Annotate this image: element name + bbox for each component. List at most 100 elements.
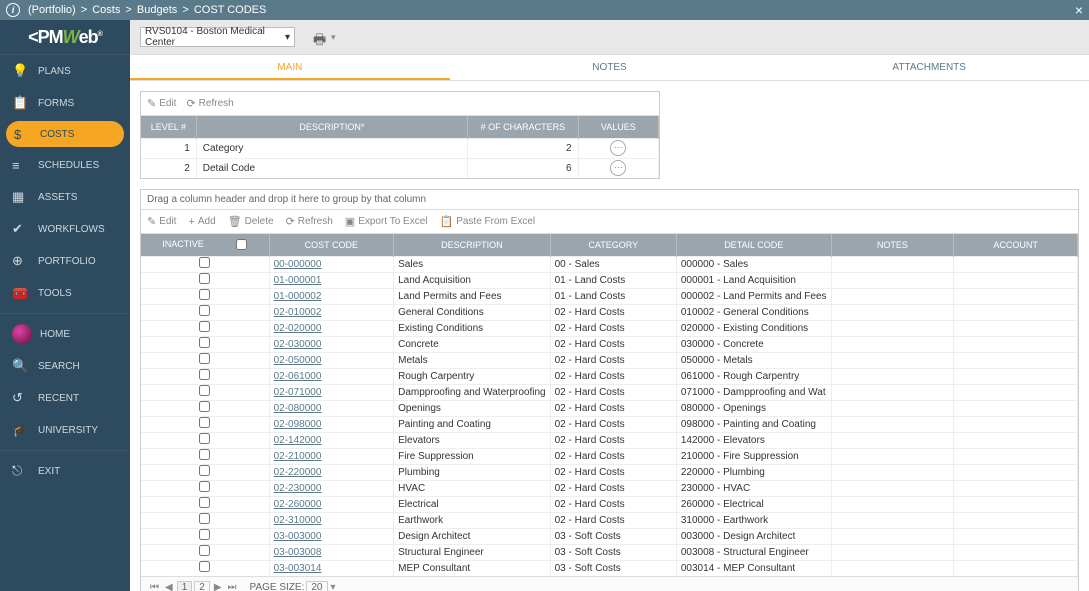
levels-row[interactable]: 1 Category 2 ⋯ xyxy=(141,138,659,158)
table-row[interactable]: 02-071000 Dampproofing and Waterproofing… xyxy=(141,384,1078,400)
cost-code-link[interactable]: 03-003014 xyxy=(274,563,322,574)
table-row[interactable]: 02-020000 Existing Conditions 02 - Hard … xyxy=(141,320,1078,336)
inactive-checkbox[interactable] xyxy=(199,561,210,572)
pager-page[interactable]: 2 xyxy=(194,581,210,591)
breadcrumb-part[interactable]: Budgets xyxy=(137,4,177,16)
sidebar-item-university[interactable]: 🎓UNIVERSITY xyxy=(0,414,130,446)
sidebar-item-portfolio[interactable]: ⊕PORTFOLIO xyxy=(0,245,130,277)
pager-first[interactable]: ⏮ xyxy=(147,582,162,591)
inactive-checkbox[interactable] xyxy=(199,337,210,348)
breadcrumb-part[interactable]: Costs xyxy=(92,4,120,16)
sidebar-item-workflows[interactable]: ✔WORKFLOWS xyxy=(0,213,130,245)
levels-row[interactable]: 2 Detail Code 6 ⋯ xyxy=(141,158,659,178)
sidebar-item-search[interactable]: 🔍SEARCH xyxy=(0,350,130,382)
cost-code-link[interactable]: 01-000002 xyxy=(274,291,322,302)
col-description[interactable]: DESCRIPTION xyxy=(394,234,551,256)
inactive-checkbox[interactable] xyxy=(199,481,210,492)
pager-prev[interactable]: ◀ xyxy=(162,582,176,591)
cost-code-link[interactable]: 01-000001 xyxy=(274,275,322,286)
levels-refresh-button[interactable]: ⟳Refresh xyxy=(186,97,233,110)
tab-attachments[interactable]: ATTACHMENTS xyxy=(769,55,1089,80)
cost-code-link[interactable]: 03-003000 xyxy=(274,531,322,542)
values-button[interactable]: ⋯ xyxy=(610,140,626,156)
delete-button[interactable]: 🗑Delete xyxy=(228,215,274,228)
table-row[interactable]: 02-310000 Earthwork 02 - Hard Costs 3100… xyxy=(141,512,1078,528)
tab-main[interactable]: MAIN xyxy=(130,55,450,80)
pager-next[interactable]: ▶ xyxy=(211,582,225,591)
tab-notes[interactable]: NOTES xyxy=(450,55,770,80)
table-row[interactable]: 02-050000 Metals 02 - Hard Costs 050000 … xyxy=(141,352,1078,368)
table-row[interactable]: 02-142000 Elevators 02 - Hard Costs 1420… xyxy=(141,432,1078,448)
table-row[interactable]: 02-010002 General Conditions 02 - Hard C… xyxy=(141,304,1078,320)
sidebar-item-forms[interactable]: 📋FORMS xyxy=(0,87,130,119)
close-icon[interactable]: × xyxy=(1075,2,1083,18)
print-dropdown-caret[interactable]: ▾ xyxy=(331,32,336,43)
col-category[interactable]: CATEGORY xyxy=(550,234,676,256)
inactive-checkbox[interactable] xyxy=(199,305,210,316)
col-inactive[interactable]: INACTIVE xyxy=(141,234,269,256)
cost-code-link[interactable]: 02-220000 xyxy=(274,467,322,478)
col-notes[interactable]: NOTES xyxy=(831,234,954,256)
sidebar-item-tools[interactable]: 🧰TOOLS xyxy=(0,277,130,309)
cost-code-link[interactable]: 02-010002 xyxy=(274,307,322,318)
inactive-checkbox[interactable] xyxy=(199,417,210,428)
levels-edit-button[interactable]: ✎Edit xyxy=(147,97,176,110)
inactive-checkbox[interactable] xyxy=(199,385,210,396)
edit-button[interactable]: ✎Edit xyxy=(147,215,176,228)
inactive-checkbox[interactable] xyxy=(199,529,210,540)
table-row[interactable]: 02-061000 Rough Carpentry 02 - Hard Cost… xyxy=(141,368,1078,384)
table-row[interactable]: 02-030000 Concrete 02 - Hard Costs 03000… xyxy=(141,336,1078,352)
info-icon[interactable]: i xyxy=(6,3,20,17)
table-row[interactable]: 02-260000 Electrical 02 - Hard Costs 260… xyxy=(141,496,1078,512)
project-selector[interactable]: RVS0104 - Boston Medical Center ▾ xyxy=(140,27,295,47)
breadcrumb-part[interactable]: (Portfolio) xyxy=(28,4,76,16)
refresh-button[interactable]: ⟳Refresh xyxy=(286,215,333,228)
table-row[interactable]: 03-003008 Structural Engineer 03 - Soft … xyxy=(141,544,1078,560)
paste-excel-button[interactable]: 📋Paste From Excel xyxy=(440,215,536,228)
levels-col-level[interactable]: LEVEL # xyxy=(141,116,196,138)
cost-code-link[interactable]: 02-061000 xyxy=(274,371,322,382)
inactive-checkbox[interactable] xyxy=(199,273,210,284)
table-row[interactable]: 01-000001 Land Acquisition 01 - Land Cos… xyxy=(141,272,1078,288)
print-icon[interactable]: 🖶 xyxy=(313,29,329,45)
inactive-checkbox[interactable] xyxy=(199,449,210,460)
sidebar-item-schedules[interactable]: ≡SCHEDULES xyxy=(0,149,130,181)
export-excel-button[interactable]: ▣Export To Excel xyxy=(345,215,428,228)
values-button[interactable]: ⋯ xyxy=(610,160,626,176)
cost-code-link[interactable]: 02-050000 xyxy=(274,355,322,366)
page-size-caret[interactable]: ▾ xyxy=(328,582,339,591)
table-row[interactable]: 02-220000 Plumbing 02 - Hard Costs 22000… xyxy=(141,464,1078,480)
inactive-checkbox[interactable] xyxy=(199,497,210,508)
sidebar-item-assets[interactable]: ▦ASSETS xyxy=(0,181,130,213)
inactive-checkbox[interactable] xyxy=(199,353,210,364)
table-row[interactable]: 02-230000 HVAC 02 - Hard Costs 230000 - … xyxy=(141,480,1078,496)
levels-col-values[interactable]: VALUES xyxy=(578,116,658,138)
inactive-checkbox[interactable] xyxy=(199,513,210,524)
table-row[interactable]: 00-000000 Sales 00 - Sales 000000 - Sale… xyxy=(141,256,1078,272)
cost-code-link[interactable]: 02-230000 xyxy=(274,483,322,494)
table-row[interactable]: 02-080000 Openings 02 - Hard Costs 08000… xyxy=(141,400,1078,416)
sidebar-item-recent[interactable]: ↺RECENT xyxy=(0,382,130,414)
table-row[interactable]: 03-003014 MEP Consultant 03 - Soft Costs… xyxy=(141,560,1078,576)
table-row[interactable]: 01-000002 Land Permits and Fees 01 - Lan… xyxy=(141,288,1078,304)
col-account[interactable]: ACCOUNT xyxy=(954,234,1078,256)
table-row[interactable]: 03-003000 Design Architect 03 - Soft Cos… xyxy=(141,528,1078,544)
levels-col-desc[interactable]: DESCRIPTION* xyxy=(196,116,467,138)
levels-col-chars[interactable]: # OF CHARACTERS xyxy=(468,116,579,138)
pager-last[interactable]: ⏭ xyxy=(225,582,240,591)
cost-code-link[interactable]: 02-260000 xyxy=(274,499,322,510)
sidebar-item-exit[interactable]: ⎋EXIT xyxy=(0,455,130,487)
inactive-checkbox[interactable] xyxy=(199,289,210,300)
sidebar-item-costs[interactable]: $COSTS xyxy=(6,121,124,147)
col-cost-code[interactable]: COST CODE xyxy=(269,234,394,256)
inactive-checkbox[interactable] xyxy=(199,433,210,444)
group-hint[interactable]: Drag a column header and drop it here to… xyxy=(141,190,1078,210)
cost-code-link[interactable]: 02-030000 xyxy=(274,339,322,350)
cost-code-link[interactable]: 02-210000 xyxy=(274,451,322,462)
inactive-header-checkbox[interactable] xyxy=(236,239,247,250)
inactive-checkbox[interactable] xyxy=(199,545,210,556)
page-size-value[interactable]: 20 xyxy=(306,581,327,591)
table-row[interactable]: 02-098000 Painting and Coating 02 - Hard… xyxy=(141,416,1078,432)
cost-code-link[interactable]: 02-310000 xyxy=(274,515,322,526)
cost-code-link[interactable]: 02-080000 xyxy=(274,403,322,414)
